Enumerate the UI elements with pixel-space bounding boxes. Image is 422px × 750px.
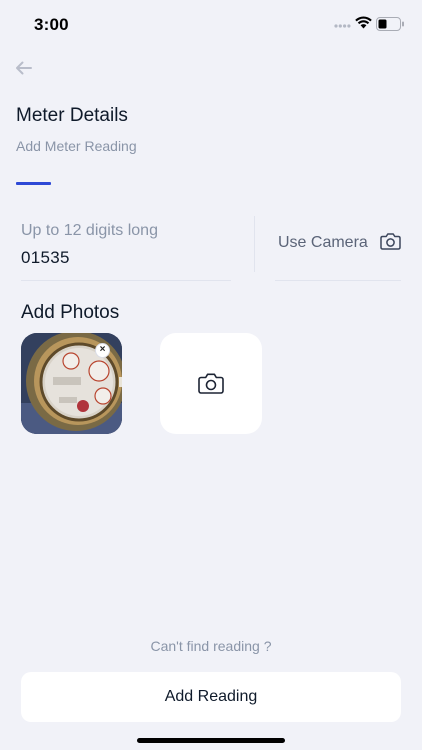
status-bar: 3:00 [0, 0, 422, 52]
meter-reading-label: Up to 12 digits long [21, 222, 158, 239]
use-camera-label: Use Camera [278, 234, 368, 251]
page-subtitle: Add Meter Reading [16, 138, 137, 154]
remove-photo-button[interactable]: × [95, 343, 110, 358]
add-reading-button[interactable]: Add Reading [21, 672, 401, 722]
cant-find-reading-link[interactable]: Can't find reading ? [0, 638, 422, 654]
back-arrow-icon[interactable] [14, 58, 34, 78]
add-photos-title: Add Photos [21, 302, 120, 323]
wifi-icon [355, 16, 372, 29]
add-photo-button[interactable] [160, 333, 262, 434]
status-time: 3:00 [34, 15, 69, 34]
camera-icon [198, 373, 224, 394]
home-indicator [137, 738, 285, 743]
use-camera-button[interactable]: Use Camera [275, 220, 401, 281]
camera-icon [380, 233, 401, 250]
battery-icon [376, 17, 404, 31]
field-divider [254, 216, 255, 272]
meter-reading-field[interactable]: Up to 12 digits long 01535 [21, 220, 231, 281]
meter-reading-value[interactable]: 01535 [21, 248, 70, 268]
page-title: Meter Details [16, 105, 128, 126]
tab-indicator [16, 182, 51, 185]
cellular-signal-icon [334, 24, 351, 28]
